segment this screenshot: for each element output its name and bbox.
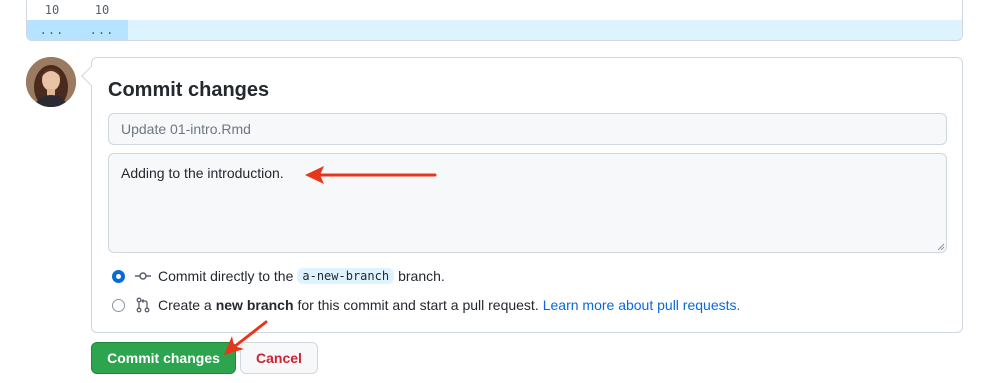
- expand-new-marker[interactable]: ...: [77, 23, 127, 37]
- branch-name-badge: a-new-branch: [297, 268, 395, 284]
- commit-form: Commit changes Adding to the introductio…: [81, 57, 963, 333]
- user-avatar: [26, 57, 76, 107]
- commit-direct-option[interactable]: Commit directly to the a-new-branch bran…: [112, 268, 445, 284]
- new-branch-radio[interactable]: [112, 298, 125, 312]
- resize-grip-icon[interactable]: [937, 243, 945, 251]
- learn-more-link[interactable]: Learn more about pull requests.: [543, 297, 741, 313]
- red-arrow-icon: [224, 320, 268, 355]
- commit-changes-button[interactable]: Commit changes: [91, 342, 236, 374]
- new-line-number: 10: [94, 3, 110, 17]
- diff-expand-row[interactable]: ... ...: [27, 20, 962, 40]
- commit-summary-input[interactable]: [108, 113, 947, 145]
- new-branch-suffix: for this commit and start a pull request…: [297, 297, 539, 313]
- new-branch-bold: new branch: [215, 297, 294, 313]
- new-branch-option[interactable]: Create a new branch for this commit and …: [112, 297, 740, 313]
- expand-old-marker[interactable]: ...: [27, 23, 77, 37]
- red-arrow-icon: [305, 166, 437, 184]
- commit-direct-radio[interactable]: [112, 269, 125, 283]
- old-line-number: 10: [44, 3, 60, 17]
- speech-caret: [81, 66, 101, 86]
- diff-fragment: 10 10 ... ...: [26, 0, 963, 41]
- new-branch-text: Create a: [158, 297, 212, 313]
- commit-direct-text: Commit directly to the: [158, 268, 294, 284]
- diff-line-row: 10 10: [27, 0, 962, 20]
- avatar-image: [26, 57, 76, 107]
- git-pull-request-icon: [135, 297, 151, 313]
- commit-heading: Commit changes: [108, 79, 270, 101]
- commit-direct-suffix: branch.: [398, 268, 445, 284]
- git-commit-icon: [135, 268, 151, 284]
- commit-description-textarea[interactable]: Adding to the introduction.: [108, 153, 947, 253]
